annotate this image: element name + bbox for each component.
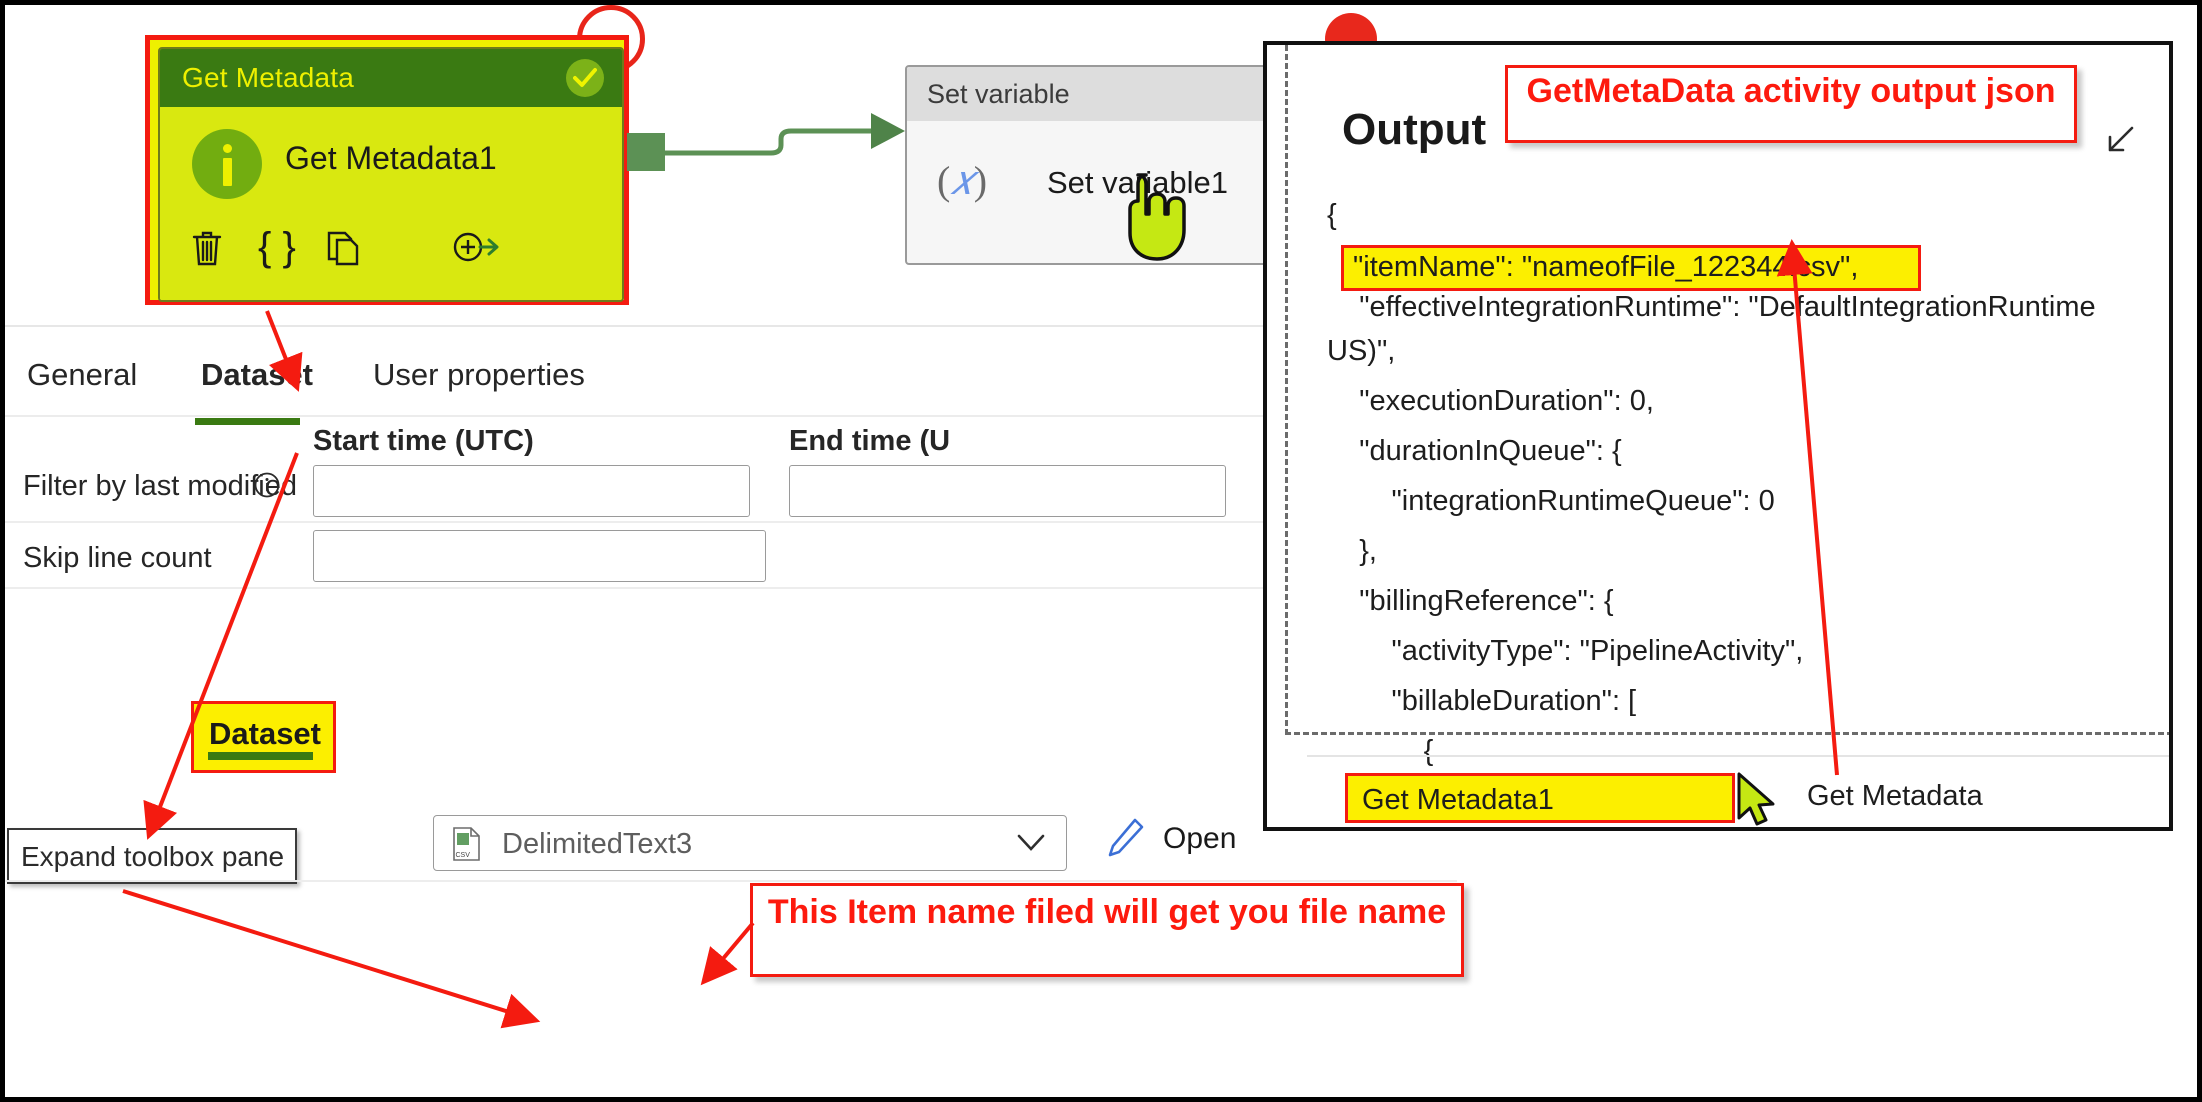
expand-toolbox-tooltip: Expand toolbox pane	[7, 828, 297, 884]
check-icon	[566, 59, 604, 97]
dataset-select-value: DelimitedText3	[502, 828, 692, 861]
json-line: US)",	[1327, 336, 1395, 367]
json-line: {	[1327, 200, 1337, 231]
code-braces-icon[interactable]: { }	[258, 225, 296, 270]
tab-user-properties[interactable]: User properties	[373, 357, 585, 393]
callout-item-name: This Item name filed will get you file n…	[750, 883, 1464, 977]
output-footer-activity-name: Get Metadata1	[1362, 784, 1554, 817]
activity-output-handle[interactable]	[627, 133, 665, 171]
output-footer-activity-type: Get Metadata	[1807, 780, 1983, 813]
get-metadata-body: Get Metadata1 { }	[160, 107, 622, 302]
set-variable-header-title: Set variable	[927, 79, 1070, 110]
screenshot-root: Get Metadata Get Metadata1 { }	[0, 0, 2202, 1102]
pencil-icon[interactable]	[1103, 815, 1147, 863]
resize-diagonal-icon[interactable]	[2103, 123, 2137, 157]
get-metadata-header-title: Get Metadata	[182, 62, 354, 94]
divider	[1307, 755, 2173, 757]
dataset-tab-highlight: Dataset	[191, 701, 336, 773]
json-line: "activityType": "PipelineActivity",	[1327, 636, 1803, 667]
svg-text:CSV: CSV	[456, 852, 471, 859]
json-line: "integrationRuntimeQueue": 0	[1327, 486, 1775, 517]
hand-cursor-icon	[1115, 170, 1189, 262]
skip-line-count-input[interactable]	[313, 530, 766, 582]
json-line: "executionDuration": 0,	[1327, 386, 1654, 417]
get-metadata-activity-name: Get Metadata1	[285, 140, 497, 177]
start-time-label: Start time (UTC)	[313, 425, 534, 458]
delete-icon[interactable]	[190, 229, 224, 272]
json-line: },	[1327, 536, 1377, 567]
json-line: "durationInQueue": {	[1327, 436, 1622, 467]
copy-icon[interactable]	[326, 229, 364, 272]
tab-general[interactable]: General	[27, 357, 137, 393]
skip-line-count-label: Skip line count	[23, 542, 212, 575]
json-line: {	[1327, 736, 1433, 767]
open-dataset-link[interactable]: Open	[1163, 822, 1236, 856]
get-metadata-activity-highlight: Get Metadata Get Metadata1 { }	[145, 35, 629, 305]
add-output-icon[interactable]	[452, 227, 500, 272]
json-line: "billableDuration": [	[1327, 686, 1636, 717]
fx-icon: (𝑥)	[937, 157, 987, 205]
set-variable-header: Set variable	[907, 67, 1283, 121]
end-time-label: End time (U	[789, 425, 950, 458]
set-variable-activity-card[interactable]: Set variable (𝑥) Set variable1	[905, 65, 1285, 265]
output-footer-activity-chip[interactable]: Get Metadata1	[1345, 773, 1735, 823]
item-name-json-line: "itemName": "nameofFile_122344.csv",	[1353, 251, 1858, 284]
start-time-input[interactable]	[313, 465, 750, 517]
output-flyout-panel[interactable]: Output { "effectiveIntegrationRuntime": …	[1263, 41, 2173, 831]
json-line: "effectiveIntegrationRuntime": "DefaultI…	[1327, 292, 2096, 323]
json-line: "billingReference": {	[1327, 586, 1614, 617]
dataset-tab-label: Dataset	[209, 716, 321, 752]
info-circle-icon[interactable]	[253, 471, 281, 504]
get-metadata-activity-card[interactable]: Get Metadata Get Metadata1 { }	[158, 47, 624, 302]
info-icon	[192, 129, 262, 199]
csv-file-icon: CSV	[452, 827, 480, 861]
get-metadata-header: Get Metadata	[160, 49, 622, 107]
end-time-input[interactable]	[789, 465, 1226, 517]
chevron-down-icon[interactable]	[1016, 832, 1046, 859]
get-metadata-toolbar[interactable]: { }	[190, 227, 590, 287]
arrow-cursor-icon	[1735, 771, 1781, 831]
callout-output-json: GetMetaData activity output json	[1505, 65, 2077, 143]
tab-dataset[interactable]: Dataset	[201, 357, 313, 393]
tooltip-text: Expand toolbox pane	[21, 841, 284, 873]
dataset-select[interactable]: CSV DelimitedText3	[433, 815, 1067, 871]
tab-active-indicator	[195, 418, 300, 425]
output-panel-title: Output	[1342, 105, 1486, 155]
